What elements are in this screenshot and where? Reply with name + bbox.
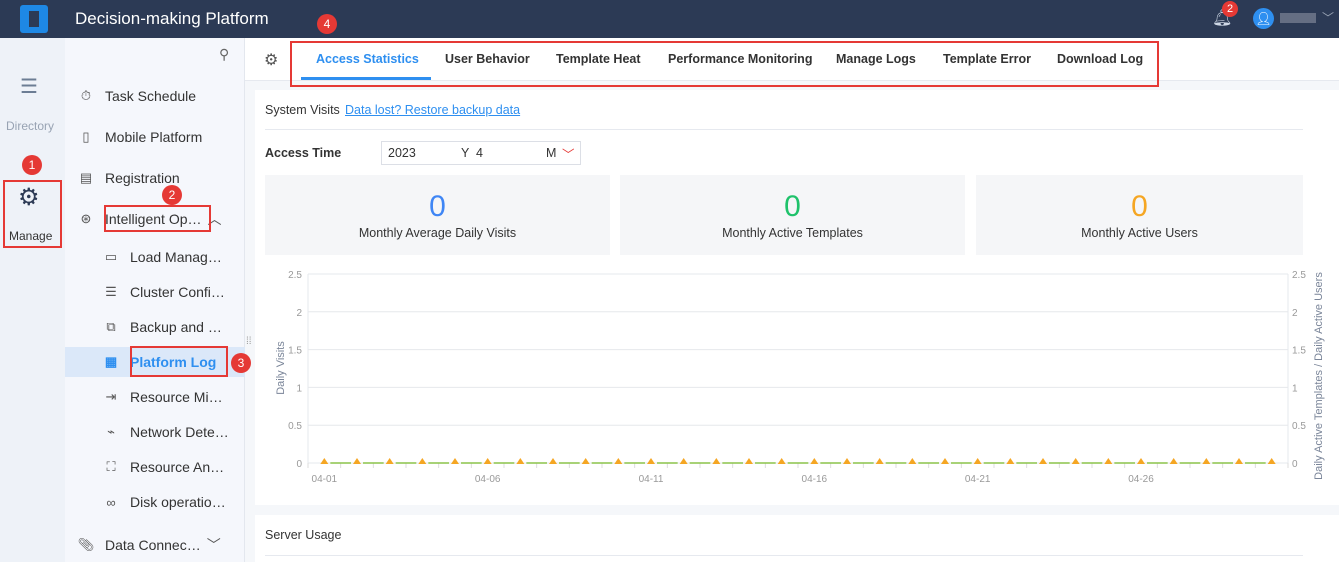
data-point	[516, 458, 525, 464]
data-point	[1169, 458, 1178, 464]
data-point	[973, 458, 982, 464]
y-right-tick-label: 0	[1292, 459, 1298, 470]
server-usage-label: Server Usage	[265, 528, 342, 542]
data-point	[1104, 458, 1113, 464]
y-right-tick-label: 1.5	[1292, 346, 1306, 357]
y-right-tick-label: 2	[1292, 308, 1298, 319]
x-tick-label: 04-11	[639, 474, 664, 485]
data-point	[712, 458, 721, 464]
data-point	[418, 458, 427, 464]
data-point	[647, 458, 655, 464]
data-point	[745, 458, 753, 464]
y-axis-label: Daily Visits	[275, 341, 287, 395]
y-tick-label: 2.5	[288, 270, 302, 281]
y-tick-label: 0.5	[288, 421, 302, 432]
data-point	[1039, 458, 1047, 464]
x-tick-label: 04-06	[475, 474, 501, 485]
data-point	[614, 458, 623, 464]
data-point	[777, 458, 786, 464]
data-point	[353, 458, 361, 464]
x-tick-label: 04-26	[1128, 474, 1154, 485]
data-point	[908, 458, 917, 464]
y-tick-label: 0	[296, 459, 302, 470]
data-point	[875, 458, 884, 464]
data-point	[1267, 458, 1276, 464]
x-tick-label: 04-21	[965, 474, 991, 485]
x-tick-label: 04-16	[802, 474, 828, 485]
data-point	[385, 458, 394, 464]
data-point	[843, 458, 851, 464]
data-point	[1137, 458, 1145, 464]
y-right-tick-label: 0.5	[1292, 421, 1306, 432]
data-point	[1071, 458, 1080, 464]
data-point	[581, 458, 590, 464]
y-tick-label: 2	[296, 308, 302, 319]
x-tick-label: 04-01	[312, 474, 338, 485]
data-point	[451, 458, 459, 464]
data-point	[483, 458, 492, 464]
data-point	[679, 458, 688, 464]
data-point	[810, 458, 819, 464]
daily-visits-chart: Daily Visits Daily Active Templates / Da…	[275, 270, 1325, 485]
y-right-tick-label: 1	[1292, 383, 1298, 394]
data-point	[1202, 458, 1211, 464]
y-tick-label: 1.5	[288, 346, 302, 357]
y-axis-right-label: Daily Active Templates / Daily Active Us…	[1313, 272, 1325, 480]
data-point	[320, 458, 329, 464]
data-point	[941, 458, 949, 464]
data-point	[1006, 458, 1015, 464]
data-point	[1235, 458, 1243, 464]
y-tick-label: 1	[296, 383, 302, 394]
y-right-tick-label: 2.5	[1292, 270, 1306, 281]
data-point	[549, 458, 557, 464]
divider	[265, 555, 1303, 556]
